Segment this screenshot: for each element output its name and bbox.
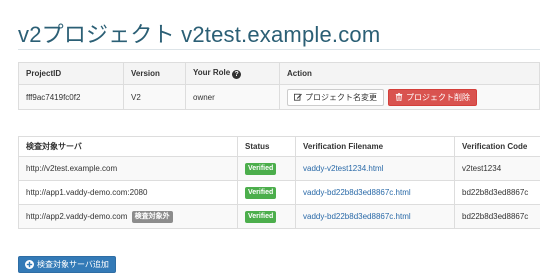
server-url: http://app2.vaddy-demo.com bbox=[26, 211, 128, 221]
plus-circle-icon bbox=[25, 260, 34, 269]
rename-project-label: プロジェクト名変更 bbox=[305, 92, 377, 102]
status-badge: Verified bbox=[245, 186, 277, 199]
project-actions: プロジェクト名変更 プロジェクト削除 bbox=[279, 84, 540, 110]
filename-cell: vaddy-bd22b8d3ed8867c.html bbox=[295, 180, 455, 205]
verification-file-link[interactable]: vaddy-bd22b8d3ed8867c.html bbox=[303, 188, 411, 197]
status-cell: Verified bbox=[237, 156, 296, 181]
column-header-code: Verification Code bbox=[454, 136, 540, 157]
project-version-value: V2 bbox=[123, 84, 186, 110]
verification-code: bd22b8d3ed8867c bbox=[454, 204, 540, 229]
verification-code: v2test1234 bbox=[454, 156, 540, 181]
project-role-value: owner bbox=[185, 84, 280, 110]
column-header-role-label: Your Role bbox=[193, 68, 231, 77]
edit-icon bbox=[294, 93, 302, 101]
add-server-label: 検査対象サーバ追加 bbox=[37, 260, 109, 269]
column-header-filename: Verification Filename bbox=[295, 136, 455, 157]
question-circle-icon[interactable]: ? bbox=[232, 70, 242, 79]
server-table-header: 検査対象サーバ Status Verification Filename Ver… bbox=[18, 136, 540, 157]
status-badge: Verified bbox=[245, 162, 277, 175]
status-cell: Verified bbox=[237, 180, 296, 205]
verification-file-link[interactable]: vaddy-bd22b8d3ed8867c.html bbox=[303, 212, 411, 221]
table-row: http://app1.vaddy-demo.com:2080 Verified… bbox=[18, 180, 540, 205]
project-table-header: ProjectID Version Your Role? Action bbox=[18, 62, 540, 85]
column-header-status: Status bbox=[237, 136, 296, 157]
project-id-value: fff9ac7419fc0f2 bbox=[18, 84, 124, 110]
server-table: 検査対象サーバ Status Verification Filename Ver… bbox=[18, 136, 540, 229]
verification-code: bd22b8d3ed8867c bbox=[454, 180, 540, 205]
column-header-role: Your Role? bbox=[185, 62, 280, 85]
filename-cell: vaddy-v2test1234.html bbox=[295, 156, 455, 181]
column-header-project-id: ProjectID bbox=[18, 62, 124, 85]
table-row: http://v2test.example.com Verified vaddy… bbox=[18, 156, 540, 181]
column-header-action: Action bbox=[279, 62, 540, 85]
project-info-table: ProjectID Version Your Role? Action fff9… bbox=[18, 62, 540, 110]
delete-project-label: プロジェクト削除 bbox=[406, 92, 470, 102]
server-url: http://v2test.example.com bbox=[18, 156, 238, 181]
add-server-button[interactable]: 検査対象サーバ追加 bbox=[18, 256, 116, 273]
title-divider bbox=[18, 49, 540, 50]
column-header-version: Version bbox=[123, 62, 186, 85]
server-url: http://app1.vaddy-demo.com:2080 bbox=[18, 180, 238, 205]
status-cell: Verified bbox=[237, 204, 296, 229]
server-cell: http://app2.vaddy-demo.com 検査対象外 bbox=[18, 204, 238, 229]
column-header-server: 検査対象サーバ bbox=[18, 136, 238, 157]
excluded-badge: 検査対象外 bbox=[131, 210, 173, 223]
filename-cell: vaddy-bd22b8d3ed8867c.html bbox=[295, 204, 455, 229]
project-row: fff9ac7419fc0f2 V2 owner プロジェクト名変更 プロジェク… bbox=[18, 84, 540, 110]
status-badge: Verified bbox=[245, 210, 277, 223]
rename-project-button[interactable]: プロジェクト名変更 bbox=[287, 88, 384, 106]
delete-project-button[interactable]: プロジェクト削除 bbox=[388, 88, 477, 106]
verification-file-link[interactable]: vaddy-v2test1234.html bbox=[303, 164, 384, 173]
page-title: v2プロジェクト v2test.example.com bbox=[18, 22, 381, 47]
table-row: http://app2.vaddy-demo.com 検査対象外 Verifie… bbox=[18, 204, 540, 229]
trash-icon bbox=[395, 93, 403, 101]
